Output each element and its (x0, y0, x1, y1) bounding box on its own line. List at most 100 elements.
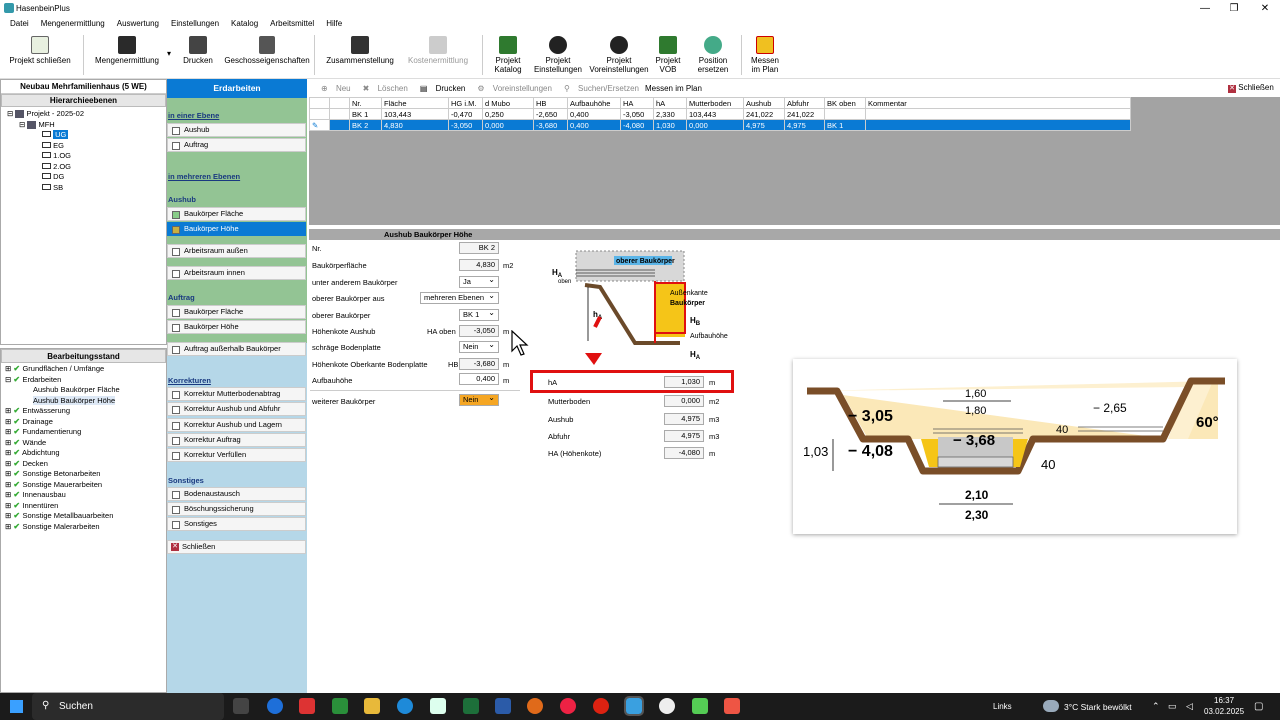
table-cell[interactable]: 0,000 (482, 119, 534, 131)
app-icon[interactable] (267, 698, 283, 714)
firefox-icon[interactable] (527, 698, 543, 714)
taskbar-search[interactable]: ⚲ Suchen (32, 693, 224, 720)
table-cell[interactable] (824, 108, 866, 120)
clock-date[interactable]: 03.02.2025 (1204, 707, 1244, 716)
col-header[interactable]: HA (620, 97, 654, 109)
col-header[interactable]: HB (533, 97, 568, 109)
table-cell[interactable]: 2,330 (653, 108, 687, 120)
zusammenstellung-button[interactable]: Zusammenstellung (324, 31, 396, 79)
table-cell[interactable]: BK 1 (349, 108, 382, 120)
table-cell[interactable]: 0,400 (567, 119, 621, 131)
tree-item-sb[interactable]: SB (7, 183, 166, 194)
table-cell[interactable]: BK 2 (349, 119, 382, 131)
flaeche-field[interactable]: 4,830 (459, 259, 499, 271)
app-icon[interactable] (659, 698, 675, 714)
btn-sonstiges[interactable]: Sonstiges (167, 517, 306, 531)
col-header[interactable]: hA (653, 97, 687, 109)
btn-aushub[interactable]: Aushub (167, 123, 306, 137)
table-cell[interactable]: 103,443 (381, 108, 449, 120)
table-cell[interactable]: -3,050 (448, 119, 483, 131)
col-header[interactable]: BK oben (824, 97, 866, 109)
menu-mengenermittlung[interactable]: Mengenermittlung (35, 19, 111, 28)
chevron-down-icon[interactable]: ▾ (165, 49, 173, 58)
word-icon[interactable] (495, 698, 511, 714)
chevron-up-icon[interactable]: ⌃ (1152, 701, 1160, 712)
status-item[interactable]: ⊞ ✔ Sonstige Malerarbeiten (5, 522, 166, 533)
col-header[interactable]: d Mubo (482, 97, 534, 109)
hasenbein-icon[interactable] (624, 696, 644, 716)
status-item[interactable]: ⊞ ✔ Grundflächen / Umfänge (5, 364, 166, 375)
status-item[interactable]: ⊞ ✔ Drainage (5, 417, 166, 428)
messen-im-plan-sub-button[interactable]: Messen im Plan (645, 84, 702, 93)
edge-icon[interactable] (397, 698, 413, 714)
table-cell[interactable] (865, 108, 1131, 120)
oberer-aus-select[interactable]: mehreren Ebenen (420, 291, 499, 304)
table-cell[interactable]: 103,443 (686, 108, 744, 120)
table-cell[interactable] (865, 119, 1131, 131)
voreinstellungen-button[interactable]: ⚙ Voreinstellungen (471, 84, 552, 93)
btn-schliessen[interactable]: ✕ Schließen (167, 540, 306, 554)
status-item[interactable]: Aushub Baukörper Höhe (5, 395, 166, 407)
status-item[interactable]: ⊞ ✔ Decken (5, 459, 166, 470)
menu-einstellungen[interactable]: Einstellungen (165, 19, 225, 28)
table-cell[interactable]: -3,050 (620, 108, 654, 120)
status-item[interactable]: ⊞ ✔ Sonstige Mauerarbeiten (5, 480, 166, 491)
nr-field[interactable]: BK 2 (459, 242, 499, 254)
status-item[interactable]: ⊞ ✔ Abdichtung (5, 448, 166, 459)
mengenermittlung-button[interactable]: Mengenermittlung (90, 31, 164, 79)
close-icon[interactable]: ✕ (1250, 0, 1280, 16)
projekt-voreinstellungen-button[interactable]: Projekt Voreinstellungen (588, 31, 650, 79)
menu-arbeitsmittel[interactable]: Arbeitsmittel (264, 19, 320, 28)
status-item[interactable]: ⊞ ✔ Sonstige Betonarbeiten (5, 469, 166, 480)
shield-icon[interactable] (332, 698, 348, 714)
folder-icon[interactable] (364, 698, 380, 714)
btn-bodenaustausch[interactable]: Bodenaustausch (167, 487, 306, 501)
table-cell[interactable]: -0,470 (448, 108, 483, 120)
ok-field[interactable]: -3,680 (459, 358, 499, 370)
messen-im-plan-button[interactable]: Messen im Plan (747, 31, 783, 79)
col-header[interactable]: Aufbauhöhe (567, 97, 621, 109)
btn-korrektur-auftrag[interactable]: Korrektur Auftrag (167, 433, 306, 447)
projekt-vob-button[interactable]: Projekt VOB (652, 31, 684, 79)
col-header[interactable]: Abfuhr (784, 97, 825, 109)
excel-icon[interactable] (463, 698, 479, 714)
status-item[interactable]: ⊟ ✔ Erdarbeiten (5, 375, 166, 386)
table-cell[interactable]: 1,030 (653, 119, 687, 131)
btn-korrektur-aushub-abfuhr[interactable]: Korrektur Aushub und Abfuhr (167, 402, 306, 416)
status-item[interactable]: ⊞ ✔ Entwässerung (5, 406, 166, 417)
status-item[interactable]: ⊞ ✔ Sonstige Metallbauarbeiten (5, 511, 166, 522)
drucken-button[interactable]: Drucken (180, 31, 216, 79)
loeschen-button[interactable]: ✖ Löschen (357, 84, 408, 93)
neu-button[interactable]: ⊕ Neu (315, 84, 351, 93)
status-item[interactable]: ⊞ ✔ Innenausbau (5, 490, 166, 501)
table-cell[interactable]: 241,022 (743, 108, 785, 120)
btn-auftrag-ausserhalb[interactable]: Auftrag außerhalb Baukörper (167, 342, 306, 356)
tree-item-dg[interactable]: DG (7, 172, 166, 183)
table-cell[interactable]: -4,080 (620, 119, 654, 131)
btn-arbeitsraum-innen[interactable]: Arbeitsraum innen (167, 266, 306, 280)
col-header[interactable]: Mutterboden (686, 97, 744, 109)
status-item[interactable]: Aushub Baukörper Fläche (5, 385, 166, 396)
btn-boeschungssicherung[interactable]: Böschungssicherung (167, 502, 306, 516)
tree-item-2og[interactable]: 2.OG (7, 162, 166, 173)
app-icon[interactable] (692, 698, 708, 714)
links-label[interactable]: Links (993, 702, 1012, 711)
schliessen-sub-button[interactable]: ✕ Schließen (1228, 83, 1274, 93)
col-header[interactable]: HG i.M. (448, 97, 483, 109)
table-cell[interactable]: 0,400 (567, 108, 621, 120)
table-cell[interactable]: BK 1 (824, 119, 866, 131)
tree-item-eg[interactable]: EG (7, 141, 166, 152)
table-row[interactable]: BK 1 103,443 -0,470 0,250 -2,650 0,400 -… (309, 108, 1131, 120)
suchen-ersetzen-button[interactable]: ⚲ Suchen/Ersetzen (558, 84, 639, 93)
weather-label[interactable]: 3°C Stark bewölkt (1064, 702, 1132, 712)
hoehe-field[interactable]: -3,050 (459, 325, 499, 337)
tree-item-1og[interactable]: 1.OG (7, 151, 166, 162)
tree-item-mfh[interactable]: ⊟ MFH (7, 120, 166, 131)
projekt-schliessen-button[interactable]: Projekt schließen (5, 31, 75, 79)
kostenermittlung-button[interactable]: Kostenermittlung (404, 31, 472, 79)
projekt-einstellungen-button[interactable]: Projekt Einstellungen (532, 31, 584, 79)
btn-auftrag-flaeche[interactable]: Baukörper Fläche (167, 305, 306, 319)
table-cell[interactable]: 4,975 (784, 119, 825, 131)
table-cell[interactable]: 0,000 (686, 119, 744, 131)
status-item[interactable]: ⊞ ✔ Fundamentierung (5, 427, 166, 438)
